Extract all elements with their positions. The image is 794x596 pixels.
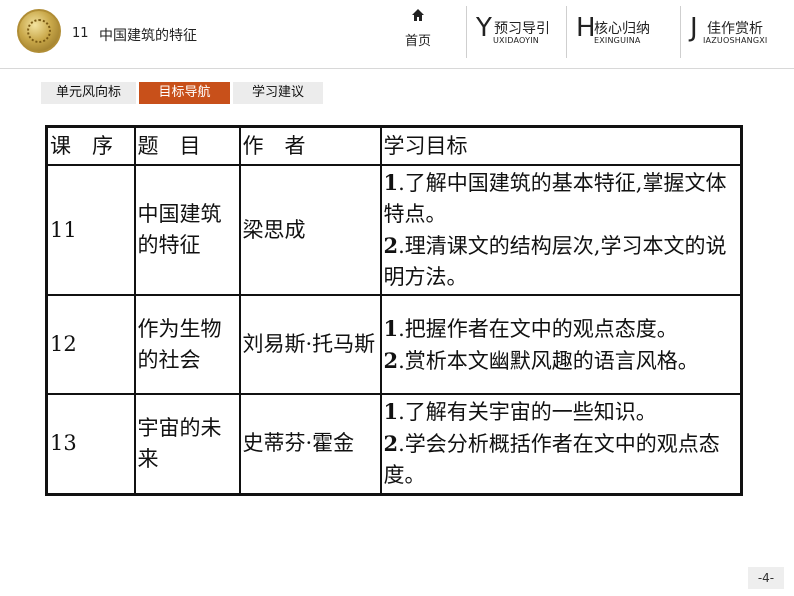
- home-icon: [412, 9, 424, 21]
- header-lesson-order: 课 序: [45, 125, 136, 166]
- lesson-number-cell: 13: [45, 393, 136, 495]
- title-cell: 作为生物的社会: [133, 294, 241, 395]
- nav-label-en: EXINGUINA: [594, 36, 641, 45]
- goal-item: 2.学会分析概括作者在文中的观点态度。: [383, 431, 720, 488]
- lesson-number: 11: [72, 26, 89, 41]
- goals-cell: 1.了解中国建筑的基本特征,掌握文体特点。 2.理清课文的结构层次,学习本文的说…: [379, 164, 743, 296]
- nav-divider: [466, 6, 467, 58]
- page-number: -4-: [748, 567, 784, 589]
- title-cell: 宇宙的未来: [133, 393, 241, 495]
- lesson-number-cell: 12: [45, 294, 136, 395]
- nav-label-en: UXIDAOYIN: [493, 36, 539, 45]
- nav-letter: H: [576, 13, 596, 43]
- author-cell: 史蒂芬·霍金: [238, 393, 382, 495]
- goal-item: 2.理清课文的结构层次,学习本文的说明方法。: [383, 233, 727, 289]
- table-row: 13 宇宙的未来 史蒂芬·霍金 1.了解有关宇宙的一些知识。 2.学会分析概括作…: [45, 393, 743, 495]
- nav-label-cn: 预习导引: [494, 21, 550, 37]
- nav-preview-guide[interactable]: Y 预习导引 UXIDAOYIN: [476, 10, 562, 60]
- goals-cell: 1.了解有关宇宙的一些知识。 2.学会分析概括作者在文中的观点态度。: [379, 393, 743, 495]
- school-emblem-icon: [17, 9, 61, 53]
- author-cell: 刘易斯·托马斯: [238, 294, 382, 395]
- goal-item: 1.了解有关宇宙的一些知识。: [383, 399, 657, 425]
- nav-label-cn: 核心归纳: [594, 21, 650, 37]
- table-row: 11 中国建筑的特征 梁思成 1.了解中国建筑的基本特征,掌握文体特点。 2.理…: [45, 164, 743, 296]
- nav-letter: J: [690, 13, 698, 43]
- tab-study-advice[interactable]: 学习建议: [233, 82, 323, 104]
- nav-label-en: IAZUOSHANGXI: [703, 36, 768, 45]
- top-header: 11 中国建筑的特征 首页 Y 预习导引 UXIDAOYIN H 核心归纳 EX…: [0, 0, 794, 69]
- header-author: 作 者: [238, 125, 382, 166]
- nav-divider: [680, 6, 681, 58]
- tab-goal-navigation[interactable]: 目标导航: [139, 82, 230, 104]
- header-title: 题 目: [133, 125, 241, 166]
- author-cell: 梁思成: [238, 164, 382, 296]
- lesson-number-cell: 11: [45, 164, 136, 296]
- nav-divider: [566, 6, 567, 58]
- goal-item: 2.赏析本文幽默风趣的语言风格。: [383, 347, 699, 373]
- home-label: 首页: [404, 34, 431, 49]
- nav-letter: Y: [476, 13, 492, 43]
- nav-core-summary[interactable]: H 核心归纳 EXINGUINA: [576, 10, 666, 60]
- tab-unit-overview[interactable]: 单元风向标: [41, 82, 136, 104]
- nav-label-cn: 佳作赏析: [707, 21, 763, 37]
- nav-essay-appreciation[interactable]: J 佳作赏析 IAZUOSHANGXI: [690, 10, 786, 60]
- goal-item: 1.把握作者在文中的观点态度。: [383, 315, 678, 341]
- home-button[interactable]: 首页: [390, 8, 446, 49]
- header-learning-goals: 学习目标: [379, 125, 743, 166]
- table-row: 12 作为生物的社会 刘易斯·托马斯 1.把握作者在文中的观点态度。 2.赏析本…: [45, 294, 743, 395]
- goals-cell: 1.把握作者在文中的观点态度。 2.赏析本文幽默风趣的语言风格。: [379, 294, 743, 395]
- goal-item: 1.了解中国建筑的基本特征,掌握文体特点。: [383, 170, 727, 226]
- title-cell: 中国建筑的特征: [133, 164, 241, 296]
- lesson-title: 中国建筑的特征: [99, 28, 197, 44]
- table-header-row: 课 序 题 目 作 者 学习目标: [45, 125, 743, 166]
- learning-goals-table: 课 序 题 目 作 者 学习目标 11 中国建筑的特征 梁思成 1.了解中国建筑…: [45, 125, 743, 496]
